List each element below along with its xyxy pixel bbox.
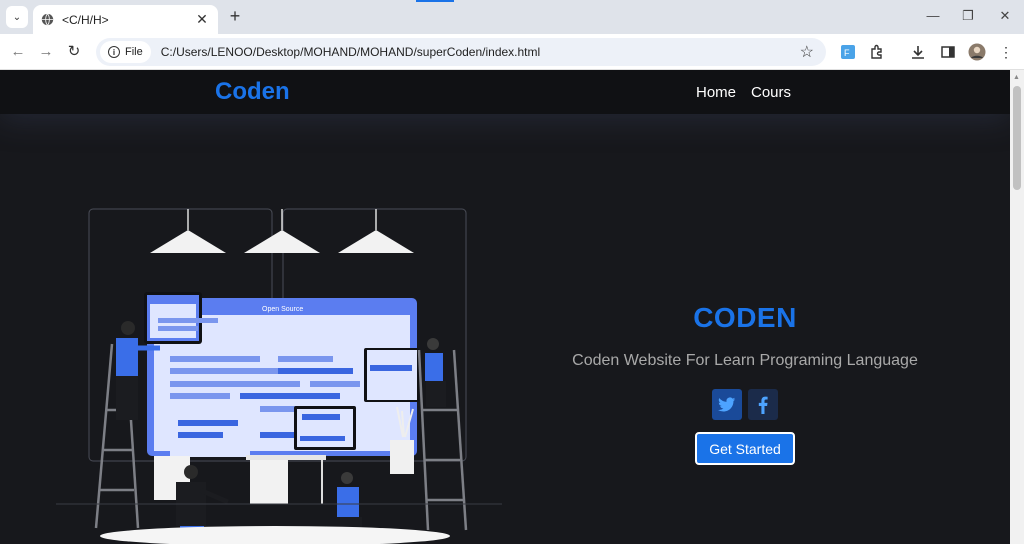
extensions-icon[interactable] [867, 42, 887, 62]
scroll-up-icon[interactable]: ▲ [1013, 74, 1020, 81]
twitter-button[interactable] [712, 389, 742, 420]
scrollbar-thumb[interactable] [1013, 86, 1021, 190]
hero-subtitle: Coden Website For Learn Programing Langu… [572, 352, 918, 369]
globe-icon [41, 13, 54, 26]
twitter-icon [718, 397, 736, 412]
restore-button[interactable]: ❐ [953, 8, 983, 24]
page-scrollbar[interactable]: ▲ [1010, 70, 1024, 544]
side-panel-icon[interactable] [938, 42, 958, 62]
tab-indicator [416, 0, 454, 2]
nav-link-home[interactable]: Home [696, 84, 736, 101]
browser-tab[interactable]: <C/H/H> ✕ [33, 5, 218, 34]
illustration-label: Open Source [262, 306, 303, 313]
download-icon[interactable] [908, 42, 928, 62]
site-navbar: Coden Home Cours [0, 70, 1010, 114]
close-icon[interactable]: ✕ [194, 11, 210, 28]
tab-title: <C/H/H> [62, 12, 109, 27]
browser-toolbar: ← → ↻ i File C:/Users/LENOO/Desktop/MOHA… [0, 34, 1024, 70]
avatar[interactable] [967, 42, 987, 62]
menu-icon[interactable]: ⋮ [996, 42, 1016, 62]
site-brand[interactable]: Coden [215, 78, 290, 106]
hero-title: CODEN [693, 302, 797, 333]
close-window-button[interactable]: ✕ [990, 8, 1020, 24]
info-icon: i [108, 46, 120, 58]
back-icon[interactable]: ← [8, 42, 28, 62]
tab-search-button[interactable]: ⌄ [6, 6, 28, 28]
get-started-button[interactable]: Get Started [695, 432, 795, 465]
facebook-button[interactable] [748, 389, 778, 420]
address-bar[interactable]: i File C:/Users/LENOO/Desktop/MOHAND/MOH… [96, 38, 826, 66]
nav-link-cours[interactable]: Cours [751, 84, 791, 101]
page-viewport: Coden Home Cours Open Source CODEN Coden… [0, 70, 1010, 544]
site-info-chip[interactable]: i File [100, 41, 151, 63]
svg-text:F: F [844, 48, 850, 58]
facebook-icon [758, 396, 768, 414]
browser-tabstrip: ⌄ <C/H/H> ✕ + — ❐ ✕ [0, 0, 1024, 34]
url-text: C:/Users/LENOO/Desktop/MOHAND/MOHAND/sup… [160, 45, 541, 59]
url-chip-label: File [125, 46, 143, 58]
forward-icon[interactable]: → [36, 42, 56, 62]
minimize-button[interactable]: — [918, 8, 948, 23]
hero-illustration: Open Source [56, 208, 502, 544]
translate-extension-icon[interactable]: F [838, 42, 858, 62]
reload-icon[interactable]: ↻ [64, 42, 84, 62]
star-icon[interactable]: ☆ [800, 42, 814, 62]
chevron-down-icon: ⌄ [12, 11, 22, 23]
new-tab-button[interactable]: + [225, 6, 245, 26]
